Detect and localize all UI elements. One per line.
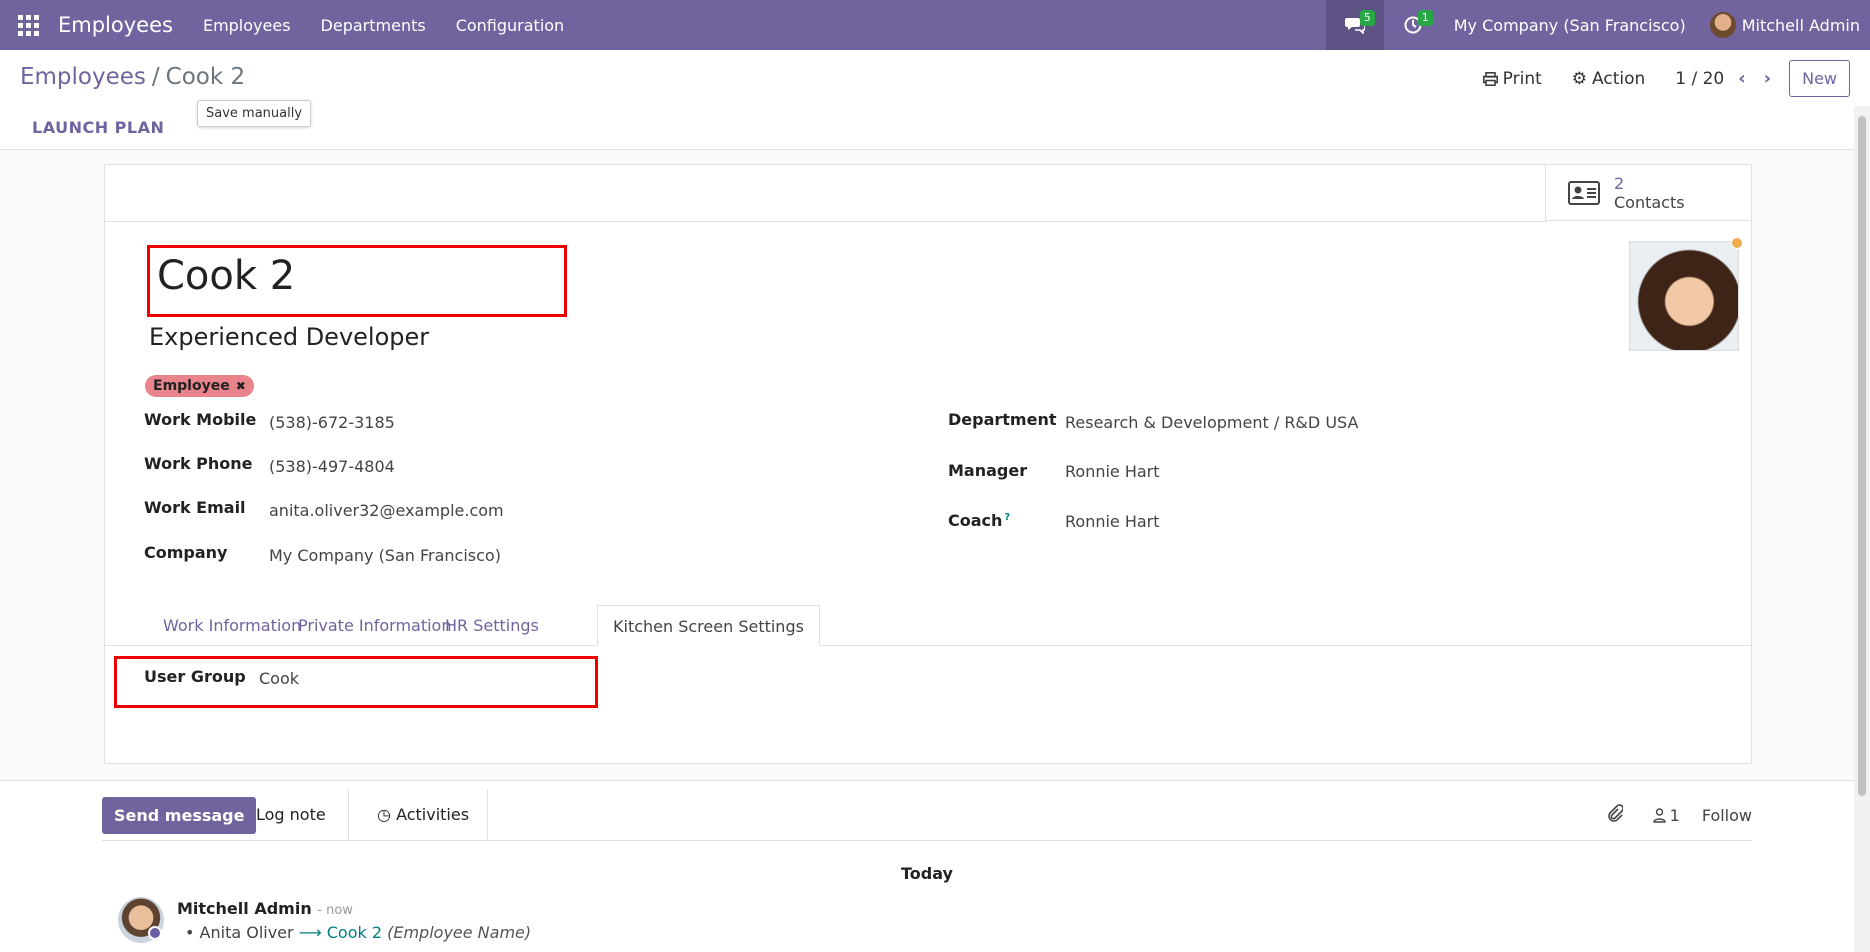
apps-menu-icon[interactable]: [18, 14, 48, 36]
tag-label: Employee: [153, 378, 230, 394]
launch-plan-button[interactable]: LAUNCH PLAN: [32, 118, 164, 137]
coach-label: Coach?: [948, 511, 1011, 530]
chatter: Send message Log note ◷ Activities 1 Fol…: [0, 780, 1854, 952]
manager-value[interactable]: Ronnie Hart: [1065, 462, 1160, 481]
manager-row: Manager Ronnie Hart: [948, 461, 1160, 481]
breadcrumb: Employees / Cook 2: [20, 64, 245, 90]
tab-kitchen-screen-settings[interactable]: Kitchen Screen Settings: [597, 605, 820, 646]
employee-form-sheet: 2 Contacts Cook 2 Experienced Developer …: [104, 164, 1752, 764]
header-divider: [105, 221, 1547, 222]
user-group-label: User Group: [144, 667, 246, 686]
work-phone-value[interactable]: (538)-497-4804: [269, 457, 395, 476]
company-label: Company: [144, 543, 228, 562]
work-email-row: Work Email anita.oliver32@example.com: [144, 498, 504, 520]
activities-button-chatter[interactable]: ◷ Activities: [359, 789, 489, 841]
user-avatar: [1709, 12, 1736, 38]
work-email-value[interactable]: anita.oliver32@example.com: [269, 501, 504, 520]
work-phone-label: Work Phone: [144, 454, 253, 473]
employee-photo[interactable]: [1629, 241, 1739, 351]
manager-label: Manager: [948, 461, 1028, 480]
log-note-button[interactable]: Log note: [234, 789, 349, 841]
print-button[interactable]: Print: [1482, 68, 1542, 89]
department-row: Department Research & Development / R&D …: [948, 410, 1358, 432]
job-title-field[interactable]: Experienced Developer: [149, 323, 429, 351]
breadcrumb-separator: /: [151, 64, 160, 90]
user-name: Mitchell Admin: [1741, 15, 1860, 35]
work-mobile-label: Work Mobile: [144, 410, 257, 429]
company-switcher[interactable]: My Company (San Francisco): [1454, 16, 1686, 35]
coach-value[interactable]: Ronnie Hart: [1065, 512, 1160, 531]
followers-count: 1: [1669, 805, 1680, 825]
user-menu[interactable]: Mitchell Admin: [1709, 12, 1860, 38]
coach-row: Coach? Ronnie Hart: [948, 511, 1160, 531]
activities-label: Activities: [396, 805, 470, 824]
help-tooltip-icon[interactable]: ?: [1004, 512, 1010, 523]
action-button[interactable]: ⚙ Action: [1572, 69, 1646, 89]
clock-icon: ◷: [377, 805, 391, 824]
chevron-right-icon[interactable]: ›: [1764, 68, 1771, 89]
activities-count-badge: 1: [1417, 10, 1433, 26]
date-separator: Today: [901, 864, 953, 883]
control-panel: Employees / Cook 2 Save manually LAUNCH PL…: [0, 50, 1870, 150]
chatter-topbar: Send message Log note ◷ Activities 1 Fol…: [102, 789, 1752, 841]
tag-remove-icon[interactable]: ✖: [236, 379, 246, 393]
top-navbar: Employees Employees Departments Configur…: [0, 0, 1870, 50]
user-icon: [1652, 807, 1666, 823]
chatter-actions: 1 Follow: [1585, 789, 1752, 841]
address-card-icon: [1568, 180, 1600, 205]
breadcrumb-current: Cook 2: [165, 64, 246, 90]
message-time: - now: [317, 903, 353, 918]
menu-configuration[interactable]: Configuration: [456, 16, 565, 35]
work-mobile-row: Work Mobile (538)-672-3185: [144, 410, 395, 432]
message-author: Mitchell Admin - now: [177, 899, 353, 918]
app-brand[interactable]: Employees: [58, 13, 173, 37]
messages-button[interactable]: 5: [1325, 0, 1384, 50]
department-label: Department: [948, 410, 1057, 429]
work-phone-row: Work Phone (538)-497-4804: [144, 454, 395, 476]
printer-icon: [1482, 71, 1498, 86]
company-row: Company My Company (San Francisco): [144, 543, 501, 565]
messages-count-badge: 5: [1359, 10, 1375, 26]
changed-field-name: (Employee Name): [387, 923, 532, 942]
work-mobile-value[interactable]: (538)-672-3185: [269, 413, 395, 432]
activities-button[interactable]: 1: [1384, 0, 1442, 50]
department-value[interactable]: Research & Development / R&D USA: [1065, 413, 1358, 432]
followers-button[interactable]: 1: [1652, 805, 1680, 825]
chevron-left-icon[interactable]: ‹: [1738, 68, 1745, 89]
user-group-row: User Group Cook: [144, 667, 299, 688]
follow-button[interactable]: Follow: [1702, 806, 1752, 825]
print-label: Print: [1502, 68, 1542, 89]
contacts-label: Contacts: [1614, 192, 1685, 212]
presence-dot: [148, 926, 162, 940]
contacts-count: 2: [1614, 173, 1625, 193]
menu-departments[interactable]: Departments: [321, 16, 426, 35]
contacts-smart-button[interactable]: 2 Contacts: [1545, 165, 1751, 221]
new-value: Cook 2: [326, 923, 383, 942]
menu-employees[interactable]: Employees: [203, 16, 291, 35]
tab-hr-settings[interactable]: HR Settings: [430, 605, 554, 646]
employee-name-field[interactable]: Cook 2: [157, 253, 295, 299]
author-name[interactable]: Mitchell Admin: [177, 899, 312, 918]
user-group-value[interactable]: Cook: [259, 669, 299, 688]
gear-icon: ⚙: [1571, 68, 1588, 89]
new-button[interactable]: New: [1789, 60, 1850, 97]
company-value[interactable]: My Company (San Francisco): [269, 546, 501, 565]
action-label: Action: [1592, 68, 1646, 89]
breadcrumb-employees-link[interactable]: Employees: [20, 64, 146, 90]
paperclip-icon[interactable]: [1607, 804, 1624, 826]
old-value: Anita Oliver: [199, 923, 294, 942]
notebook-tabs: Work Information Private Information HR …: [105, 605, 1751, 646]
pager-value[interactable]: 1 / 20: [1675, 69, 1724, 89]
tracking-change: • Anita Oliver ⟶ Cook 2 (Employee Name): [185, 923, 532, 942]
save-manually-tooltip: Save manually: [197, 100, 312, 127]
arrow-right-icon: ⟶: [298, 923, 322, 942]
page-scrollbar[interactable]: [1854, 106, 1870, 952]
employee-tag: Employee ✖: [145, 375, 254, 397]
presence-status-dot: [1731, 237, 1743, 249]
scrollbar-thumb[interactable]: [1858, 116, 1866, 796]
work-email-label: Work Email: [144, 498, 246, 517]
